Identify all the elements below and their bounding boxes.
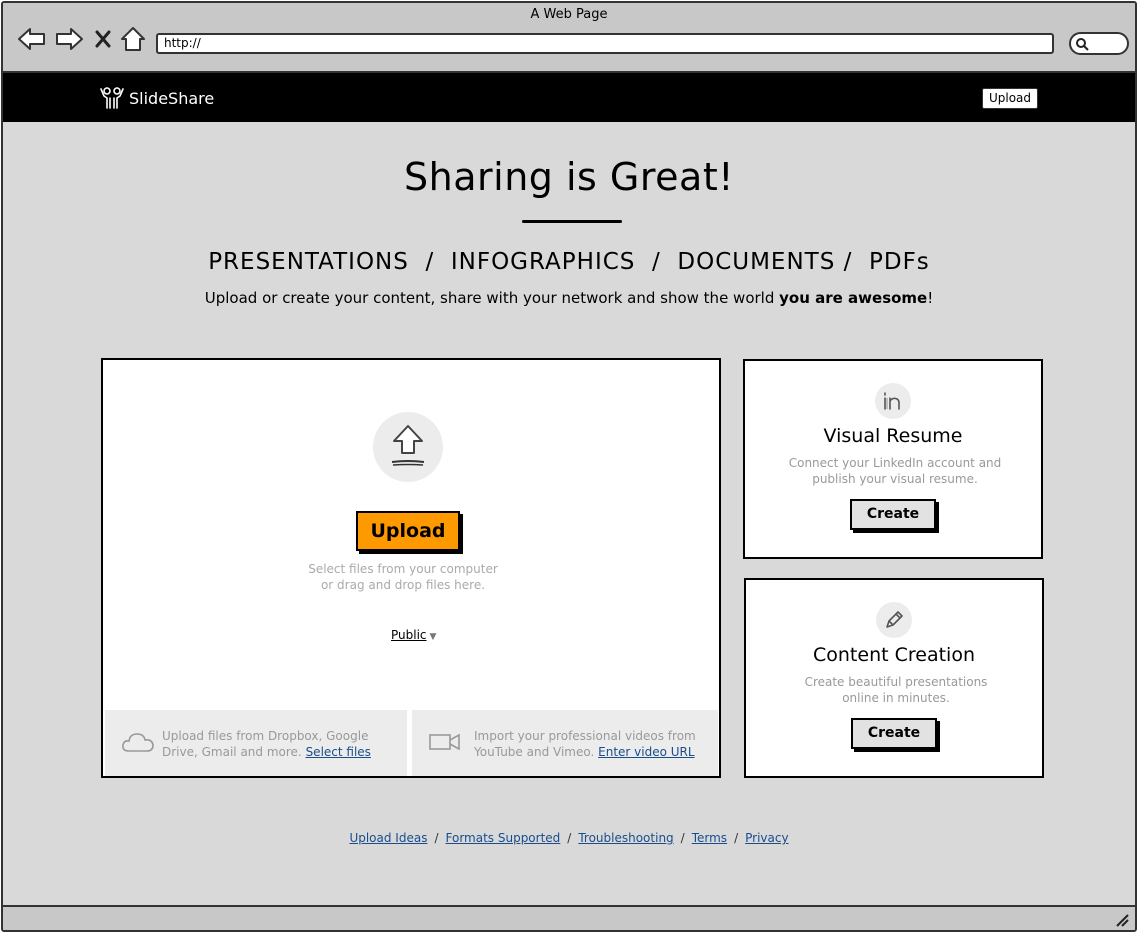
home-icon[interactable] xyxy=(119,25,147,53)
tagline-emphasis: you are awesome xyxy=(779,289,928,307)
footer-link-privacy[interactable]: Privacy xyxy=(745,831,788,845)
card-title: Content Creation xyxy=(813,644,975,666)
browser-window: A Web Page http:// SlideShare Upload Sha… xyxy=(1,1,1137,932)
upload-hint-line: or drag and drop files here. xyxy=(320,578,486,592)
browser-search-field[interactable] xyxy=(1069,32,1129,55)
footer-separator: / xyxy=(680,831,685,845)
card-description: Connect your LinkedIn account and publis… xyxy=(788,456,1002,486)
privacy-value: Public xyxy=(391,628,427,642)
create-visual-resume-button[interactable]: Create xyxy=(850,499,936,530)
footer-separator: / xyxy=(567,831,572,845)
video-import-text: Import your professional videos from You… xyxy=(474,728,714,760)
page-headline: Sharing is Great! xyxy=(404,155,734,199)
footer-separator: / xyxy=(434,831,439,845)
status-bar xyxy=(3,905,1135,930)
cloud-icon xyxy=(122,733,154,752)
visual-resume-card: Visual Resume Connect your LinkedIn acco… xyxy=(743,359,1043,559)
header-upload-button[interactable]: Upload xyxy=(982,88,1038,109)
address-bar[interactable]: http:// xyxy=(156,33,1054,54)
forward-arrow-icon[interactable] xyxy=(54,25,84,53)
upload-panel[interactable]: Upload Select files from your computer o… xyxy=(101,358,721,778)
card-description: Create beautiful presentations online in… xyxy=(804,675,988,705)
upload-button[interactable]: Upload xyxy=(356,511,460,551)
search-icon xyxy=(1076,38,1089,51)
upload-hint: Select files from your computer or drag … xyxy=(253,561,553,593)
cloud-import-text: Upload files from Dropbox, Google Drive,… xyxy=(162,728,402,760)
cloud-import-section: Upload files from Dropbox, Google Drive,… xyxy=(105,710,407,776)
footer-link-terms[interactable]: Terms xyxy=(692,831,727,845)
footer-separator: / xyxy=(734,831,739,845)
logo-text: SlideShare xyxy=(129,88,215,108)
video-camera-icon xyxy=(429,733,460,751)
footer-link-upload-ideas[interactable]: Upload Ideas xyxy=(349,831,427,845)
slideshare-logo[interactable]: SlideShare xyxy=(99,86,214,110)
window-title: A Web Page xyxy=(530,7,608,22)
headline-divider xyxy=(522,220,622,223)
tagline-text: Upload or create your content, share wit… xyxy=(204,289,780,307)
slideshare-logo-icon xyxy=(100,87,124,109)
linkedin-icon xyxy=(875,383,911,419)
card-title: Visual Resume xyxy=(823,425,963,447)
tagline-suffix: ! xyxy=(927,289,934,307)
create-content-button[interactable]: Create xyxy=(851,718,937,749)
upload-arrow-icon xyxy=(373,412,443,482)
enter-video-url-link[interactable]: Enter video URL xyxy=(598,745,694,759)
caret-down-icon: ▼ xyxy=(429,632,437,642)
footer-links: Upload Ideas / Formats Supported / Troublesh… xyxy=(3,831,1135,845)
privacy-dropdown[interactable]: Public ▼ xyxy=(391,628,436,642)
stop-icon[interactable] xyxy=(91,25,115,53)
site-header: SlideShare Upload xyxy=(3,73,1135,122)
browser-chrome: A Web Page http:// xyxy=(3,3,1135,73)
footer-link-troubleshooting[interactable]: Troubleshooting xyxy=(578,831,673,845)
resize-grip-icon[interactable] xyxy=(1115,913,1129,927)
footer-link-formats-supported[interactable]: Formats Supported xyxy=(446,831,561,845)
video-import-section: Import your professional videos from You… xyxy=(412,710,718,776)
content-creation-card: Content Creation Create beautiful presen… xyxy=(744,578,1044,778)
content-types: PRESENTATIONS / INFOGRAPHICS / DOCUMENTS… xyxy=(208,249,930,275)
back-arrow-icon[interactable] xyxy=(17,25,47,53)
select-files-link[interactable]: Select files xyxy=(306,745,371,759)
tagline: Upload or create your content, share wit… xyxy=(3,289,1135,307)
pencil-icon xyxy=(876,602,912,638)
upload-hint-line: Select files from your computer xyxy=(308,562,498,576)
